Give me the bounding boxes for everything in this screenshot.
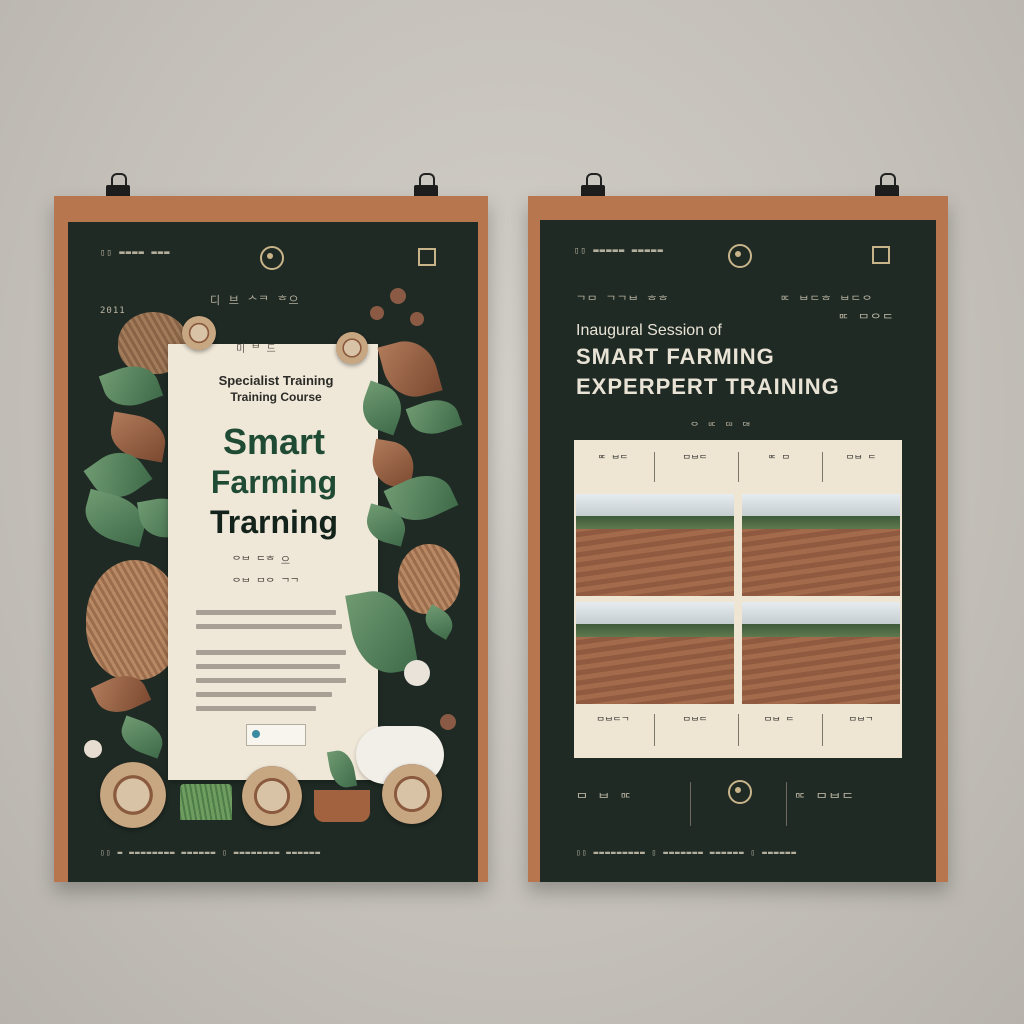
pampas-plume — [398, 544, 460, 614]
crest-icon — [728, 244, 752, 268]
seal-icon — [872, 246, 890, 264]
corner-year: 2011 — [100, 306, 126, 316]
scene: { "left_poster": { "corner_year": "2011"… — [0, 0, 1024, 1024]
paper-top-glyphs: 미 ᄇ 드 — [236, 344, 276, 355]
right-header-text-left: ᄀᄆ ᄀᄀᄇ ᄒᄒ — [576, 294, 670, 307]
small-glyphs-1: ᄋᄇ ᄃᄒ 으 — [232, 556, 291, 567]
body-text-line — [196, 664, 340, 669]
panel-label-top: ᄆᄇ ᄃ — [845, 455, 877, 465]
body-text-line — [196, 650, 346, 655]
divider — [786, 782, 787, 826]
field-photo — [576, 494, 734, 596]
cotton-ball — [84, 740, 102, 758]
divider — [822, 714, 823, 746]
body-text-line — [196, 610, 336, 615]
course-subtitle-line2: Training Course — [230, 390, 322, 404]
panel-label-top: ᄆᄃ ᄇᄃ — [597, 455, 629, 465]
seed-pod — [440, 714, 456, 730]
wooden-medallion — [242, 766, 302, 826]
panel-label-top: ᄆᄃ ᄆ — [768, 455, 790, 465]
seed-pod — [410, 312, 424, 326]
wooden-medallion — [382, 764, 442, 824]
panel-label-top: ᄆᄇᄃ — [682, 455, 708, 465]
photo-panel — [574, 440, 902, 758]
right-title-line-3: EXPERPERT TRAINING — [576, 374, 840, 399]
field-photo — [742, 494, 900, 596]
body-text-line — [196, 624, 342, 629]
poster-title: Smart Farming Trarning — [176, 422, 372, 542]
right-side-glyphs: ᄆᄃ ᄆᄋᄃ — [838, 312, 895, 326]
wooden-medallion — [100, 762, 166, 828]
course-subtitle-line1: Specialist Training — [218, 373, 334, 388]
divider — [654, 714, 655, 746]
right-header-text-right: ᄆᄃ ᄇᄃᄒ ᄇᄃᄋ — [780, 294, 874, 307]
right-footer-right: ᄆᄃ ᄆᄇᄃ — [794, 792, 855, 807]
right-footer-glyphs: ▯▯ ▬▬▬▬▬▬▬▬▬ ▯ ▬▬▬▬▬▬▬ ▬▬▬▬▬▬ ▯ ▬▬▬▬▬▬ — [576, 848, 798, 857]
divider — [822, 452, 823, 482]
divider — [738, 452, 739, 482]
field-photo — [742, 602, 900, 704]
title-line-2: Farming — [210, 464, 338, 500]
title-line-3: Trarning — [209, 504, 338, 540]
panel-label-bottom: ᄆᄇᄃ — [682, 717, 708, 727]
body-text-line — [196, 706, 316, 711]
right-footer-left: ᄆ ᄇ ᄆᄃ — [576, 792, 633, 807]
seed-pod — [390, 288, 406, 304]
cotton-ball — [404, 660, 430, 686]
panel-label-bottom: ᄆᄇᄃᄀ — [596, 717, 630, 727]
crest-icon — [260, 246, 284, 270]
divider — [738, 714, 739, 746]
divider — [654, 452, 655, 482]
under-title-glyphs: ᄋ ᄆᄃ ᄃᄆ ᄃᄇ — [690, 422, 752, 433]
body-text-line — [196, 692, 332, 697]
seal-icon — [418, 248, 436, 266]
divider — [690, 782, 691, 826]
medallion-icon — [336, 332, 368, 364]
right-title-line-2: SMART FARMING — [576, 344, 775, 369]
seed-pod — [370, 306, 384, 320]
inaugural-line: Inaugural Session of — [576, 322, 722, 339]
panel-label-bottom: ᄆᄇ ᄃ — [763, 717, 795, 727]
small-glyphs-2: ᄋᄇ ᄆᄋ ᄀᄀ — [232, 578, 300, 589]
body-text-line — [196, 678, 346, 683]
course-subtitle: Specialist Training Training Course — [196, 372, 356, 406]
field-photo — [576, 602, 734, 704]
right-header-glyphs: ▯▯ ▬▬▬▬▬ ▬▬▬▬▬ — [574, 246, 664, 256]
left-header-text: 디 브 ᄉᄏ ᄒ으 — [210, 294, 300, 307]
left-header-glyphs: ▯▯ ▬▬▬▬ ▬▬▬ — [100, 248, 171, 258]
panel-label-bottom: ᄆᄇᄀ — [848, 717, 874, 727]
crest-icon — [728, 780, 752, 804]
medallion-icon — [182, 316, 216, 350]
grass-tuft — [180, 784, 232, 820]
sponsor-logo — [246, 724, 306, 746]
logo-icon — [252, 730, 260, 738]
title-line-1: Smart — [222, 421, 326, 462]
left-footer-glyphs: ▯▯ ▬ ▬▬▬▬▬▬▬▬ ▬▬▬▬▬▬ ▯ ▬▬▬▬▬▬▬▬ ▬▬▬▬▬▬ — [100, 848, 322, 857]
clay-pot — [314, 790, 370, 822]
